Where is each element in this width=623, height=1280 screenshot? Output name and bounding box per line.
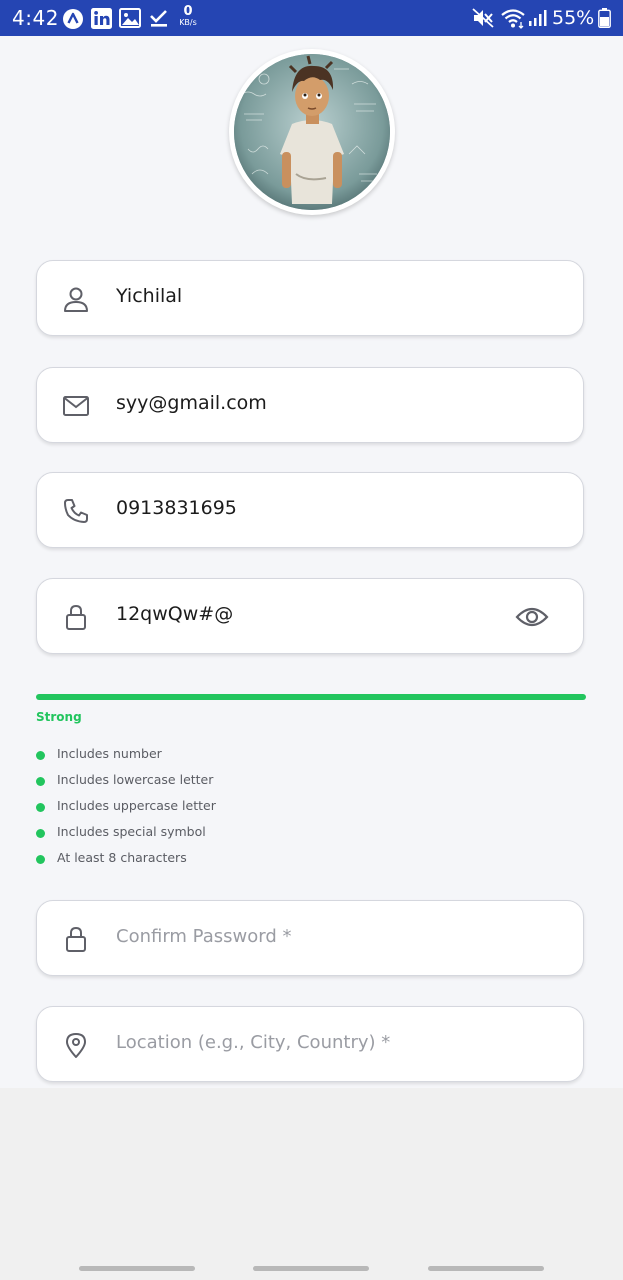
avatar-image [234, 54, 390, 210]
criteria-check-dot [36, 777, 45, 786]
keyboard-area [0, 1088, 623, 1280]
battery-percent: 55% [552, 7, 595, 29]
password-strength-bar [36, 694, 586, 700]
nav-bar-handle[interactable] [79, 1266, 195, 1271]
registration-form: Yichilal syy@gmail.com 0913831695 12qwQw… [0, 36, 623, 1088]
confirm-password-placeholder: Confirm Password * [116, 926, 292, 947]
location-pin-icon [66, 1033, 86, 1058]
linkedin-icon [91, 8, 112, 29]
lock-icon [66, 926, 86, 952]
password-criteria-list: Includes number Includes lowercase lette… [36, 746, 436, 876]
criteria-check-dot [36, 751, 45, 760]
criteria-text: Includes special symbol [57, 824, 206, 839]
battery-icon [598, 8, 611, 28]
criteria-item: Includes uppercase letter [36, 798, 436, 824]
wifi-icon [501, 9, 525, 29]
check-icon [150, 10, 167, 27]
net-speed-unit: KB/s [179, 18, 197, 27]
profile-avatar[interactable] [229, 49, 395, 215]
mute-icon [472, 8, 494, 28]
location-field[interactable]: Location (e.g., City, Country) * [36, 1006, 584, 1082]
user-icon [64, 287, 88, 312]
nav-bar-handle[interactable] [428, 1266, 544, 1271]
criteria-check-dot [36, 855, 45, 864]
name-field[interactable]: Yichilal [36, 260, 584, 336]
phone-field[interactable]: 0913831695 [36, 472, 584, 548]
criteria-item: Includes special symbol [36, 824, 436, 850]
eye-icon[interactable] [515, 603, 549, 631]
password-strength-label: Strong [36, 710, 82, 724]
lock-icon [66, 604, 86, 630]
phone-value: 0913831695 [116, 497, 237, 519]
criteria-text: Includes lowercase letter [57, 772, 214, 787]
password-value: 12qwQw#@ [116, 603, 234, 625]
mail-icon [63, 396, 89, 416]
name-value: Yichilal [116, 285, 183, 307]
avatar-illustration [234, 54, 390, 210]
image-icon [119, 8, 141, 28]
criteria-item: At least 8 characters [36, 850, 436, 876]
confirm-password-field[interactable]: Confirm Password * [36, 900, 584, 976]
status-bar: 4:42 0 KB/s 55% [0, 0, 623, 36]
signal-icon [529, 10, 547, 26]
criteria-text: Includes uppercase letter [57, 798, 216, 813]
location-placeholder: Location (e.g., City, Country) * [116, 1032, 391, 1053]
net-speed: 0 KB/s [176, 5, 200, 27]
criteria-item: Includes number [36, 746, 436, 772]
nav-bar-handle[interactable] [253, 1266, 369, 1271]
app-icon [63, 9, 83, 29]
criteria-check-dot [36, 829, 45, 838]
net-speed-value: 0 [183, 4, 193, 19]
criteria-text: Includes number [57, 746, 162, 761]
status-time: 4:42 [12, 6, 59, 30]
criteria-text: At least 8 characters [57, 850, 187, 865]
email-field[interactable]: syy@gmail.com [36, 367, 584, 443]
criteria-check-dot [36, 803, 45, 812]
phone-icon [64, 499, 88, 523]
criteria-item: Includes lowercase letter [36, 772, 436, 798]
email-value: syy@gmail.com [116, 392, 267, 414]
password-field[interactable]: 12qwQw#@ [36, 578, 584, 654]
